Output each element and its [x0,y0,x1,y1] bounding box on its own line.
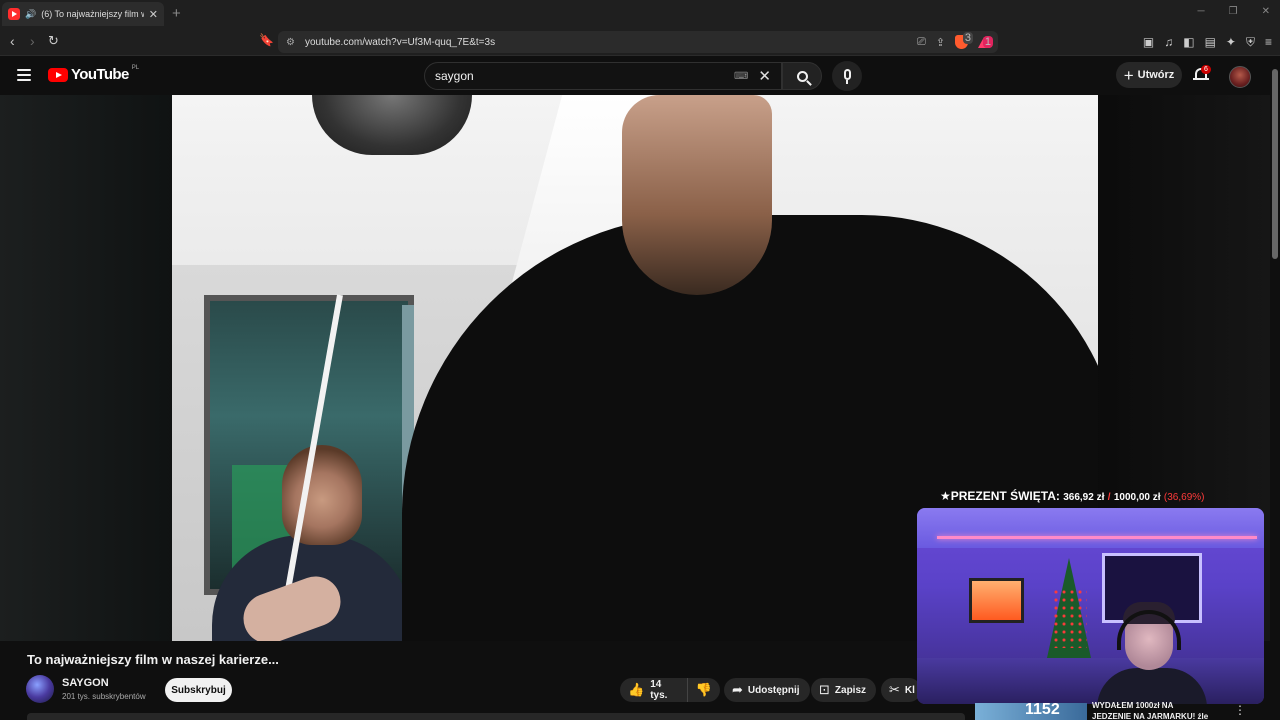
brave-shield-badge: 3 [962,32,973,44]
save-icon: ⊡ [819,682,830,697]
tab-title: (6) To najważniejszy film w na [41,9,144,19]
channel-avatar[interactable] [26,675,54,703]
new-tab-button[interactable]: + [172,5,181,22]
scissors-icon: ✂ [889,682,900,697]
voice-search-button[interactable] [832,61,862,91]
like-count: 14 tys. [650,679,668,701]
create-button[interactable]: + Utwórz [1116,62,1182,88]
goal-current: 366,92 zł [1063,492,1105,503]
recommendation-thumbnail[interactable]: 1152 [975,703,1087,720]
goal-target: 1000,00 zł [1113,492,1161,503]
search-input[interactable]: saygon ⌨ ✕ [424,62,782,90]
back-icon[interactable]: ‹ [10,33,15,49]
music-icon[interactable]: ♫ [1164,35,1173,50]
brave-shield-icon[interactable]: 3 [955,32,973,49]
donation-goal: ★PREZENT ŚWIĘTA: 366,92 zł / 1000,00 zł … [940,489,1204,503]
channel-name[interactable]: SAYGON [62,677,109,689]
youtube-play-icon [48,67,68,82]
save-button[interactable]: ⊡ Zapisz [811,678,877,702]
clip-button[interactable]: ✂ Kl [881,678,921,702]
vpn-icon[interactable]: ⛨ [1246,35,1255,50]
mic-icon [843,68,851,84]
logo-text: YouTube [71,66,129,83]
channel-subscribers: 201 tys. subskrybentów [62,692,146,701]
description-box-edge [27,713,965,720]
save-label: Zapisz [834,684,867,696]
clip-label: Kl [904,684,915,696]
scrollbar-thumb[interactable] [1272,69,1278,259]
search-icon [796,70,808,82]
cast-icon[interactable]: ⎚ [917,36,926,49]
minimize-button[interactable]: ─ [1198,6,1205,17]
wallet-card-icon[interactable]: ▤ [1205,35,1216,50]
browser-tab-active[interactable]: 🔊 (6) To najważniejszy film w na ✕ [2,2,164,26]
window-controls: ─ ❐ ✕ [1198,6,1270,17]
like-dislike-group: 👍 14 tys. 👎 [620,678,720,702]
goal-percent: (36,69%) [1163,492,1205,503]
webcam-overlay [917,508,1264,704]
browser-tabbar: 🔊 (6) To najważniejszy film w na ✕ + ─ ❐… [0,0,1280,28]
recommendation-title[interactable]: WYDAŁEM 1000zł NA JEDZENIE NA JARMARKU! … [1092,700,1232,720]
country-code: PL [131,64,140,71]
menu-icon[interactable] [17,69,31,81]
youtube-header: YouTube PL saygon ⌨ ✕ + Utwórz [0,57,1280,95]
notification-badge: 6 [1201,65,1211,74]
maximize-button[interactable]: ❐ [1229,6,1238,17]
browser-toolbar: ▣ ♫ ◧ ▤ ✦ ⛨ ≡ [1143,35,1272,50]
goal-separator: / [1107,492,1111,503]
forward-icon[interactable]: › [30,33,35,49]
share-label: Udostępnij [747,684,800,696]
browser-menu-icon[interactable]: ≡ [1265,35,1272,50]
close-tab-icon[interactable]: ✕ [149,8,158,21]
sidebar-icon[interactable]: ◧ [1183,35,1194,50]
url-text[interactable]: youtube.com/watch?v=Uf3M-quq_7E&t=3s [305,37,495,48]
like-icon: 👍 [628,682,645,697]
share-arrow-icon: ➦ [732,682,743,697]
create-label: Utwórz [1137,69,1175,81]
more-options-icon[interactable]: ⋮ [1234,703,1246,717]
account-avatar[interactable] [1229,66,1251,88]
rewards-icon[interactable]: 1 [978,35,993,48]
keyboard-icon[interactable]: ⌨ [734,71,748,82]
goal-label: ★PREZENT ŚWIĘTA: [940,489,1060,503]
youtube-logo[interactable]: YouTube PL [48,64,140,83]
dislike-button[interactable]: 👎 [688,678,720,702]
wallet-icon[interactable]: ▣ [1143,35,1154,50]
search-query[interactable]: saygon [435,69,474,83]
close-window-button[interactable]: ✕ [1262,6,1270,17]
site-settings-icon[interactable]: ⚙ [286,37,295,48]
plus-icon: + [1123,65,1134,85]
page-scrollbar[interactable] [1270,57,1280,720]
share-button[interactable]: ➦ Udostępnij [724,678,810,702]
browser-navbar: ‹ › ↻ 🔖 ⚙ youtube.com/watch?v=Uf3M-quq_7… [0,28,1280,56]
speaker-icon[interactable]: 🔊 [25,9,36,20]
reload-icon[interactable]: ↻ [48,33,59,49]
rewards-badge: 1 [982,35,993,48]
share-icon[interactable]: ⇪ [936,36,945,49]
youtube-favicon-icon [8,8,20,20]
dislike-icon: 👎 [695,682,712,697]
video-title: To najważniejszy film w naszej karierze.… [27,652,279,667]
like-button[interactable]: 👍 14 tys. [620,678,688,702]
address-bar[interactable]: ⚙ youtube.com/watch?v=Uf3M-quq_7E&t=3s ⎚… [278,31,998,53]
bookmark-icon[interactable]: 🔖 [259,33,274,47]
subscribe-button[interactable]: Subskrybuj [165,678,232,702]
clear-search-icon[interactable]: ✕ [758,67,771,85]
search-button[interactable] [782,62,822,90]
leo-ai-icon[interactable]: ✦ [1226,35,1236,50]
thumbnail-text: 1152 [1025,703,1060,718]
